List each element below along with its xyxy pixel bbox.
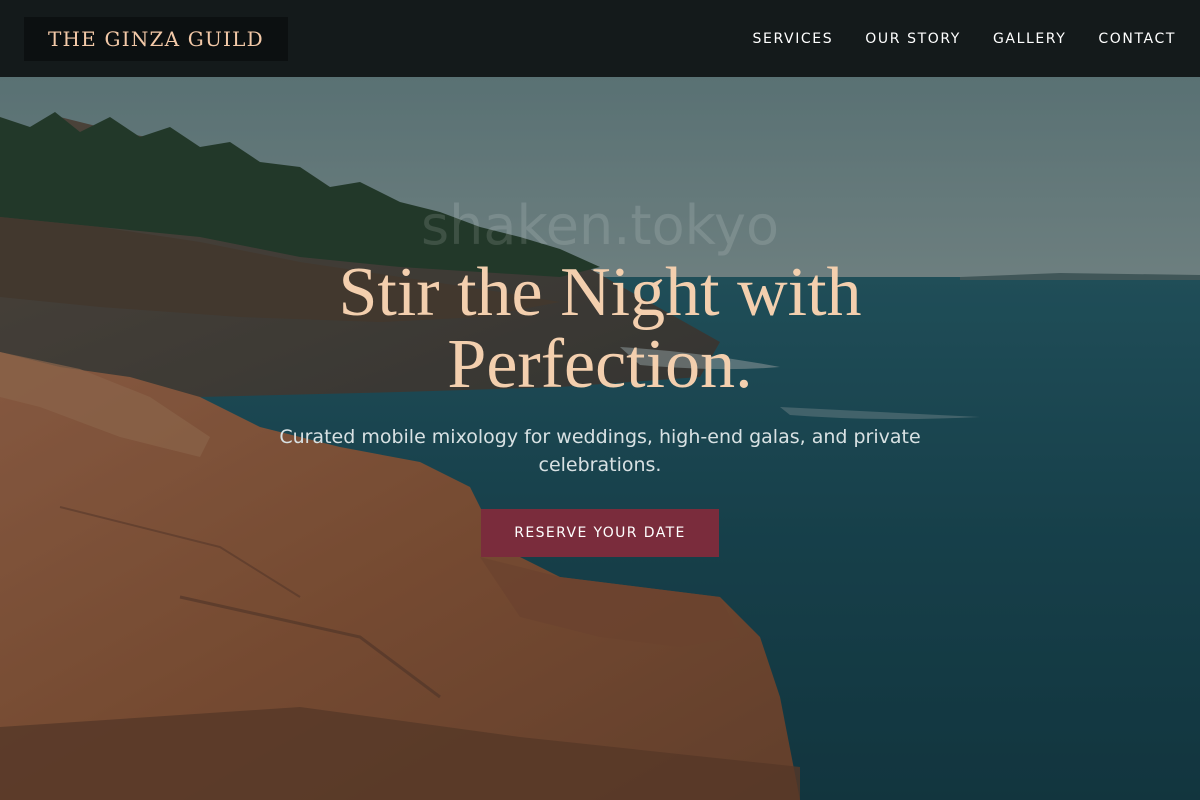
- nav-item-contact[interactable]: CONTACT: [1098, 31, 1176, 47]
- nav-item-services[interactable]: SERVICES: [753, 31, 834, 47]
- site-header: THE GINZA GUILD SERVICES OUR STORY GALLE…: [0, 0, 1200, 77]
- hero-subtitle: Curated mobile mixology for weddings, hi…: [279, 426, 921, 476]
- hero-section: shaken.tokyo Stir the Night with Perfect…: [0, 77, 1200, 800]
- main-nav: SERVICES OUR STORY GALLERY CONTACT: [753, 31, 1176, 47]
- nav-item-gallery[interactable]: GALLERY: [993, 31, 1066, 47]
- nav-item-our-story[interactable]: OUR STORY: [865, 31, 961, 47]
- hero-content: Stir the Night with Perfection. Curated …: [0, 257, 1200, 557]
- hero-headline: Stir the Night with Perfection.: [338, 254, 862, 403]
- brand-logo[interactable]: THE GINZA GUILD: [24, 16, 288, 61]
- reserve-date-button[interactable]: RESERVE YOUR DATE: [481, 509, 719, 557]
